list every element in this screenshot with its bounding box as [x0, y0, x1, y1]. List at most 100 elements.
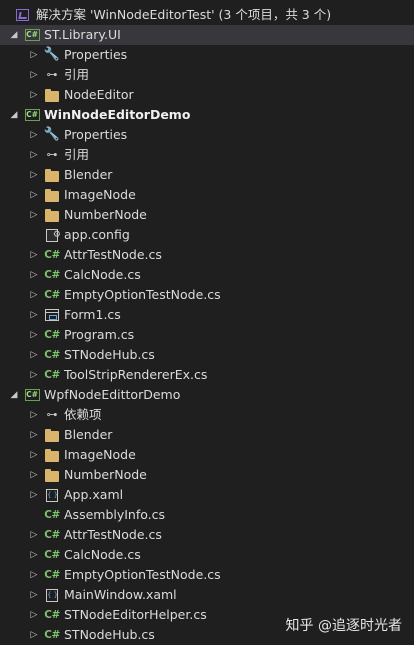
tree-item[interactable]: ▷ { } App.xaml	[0, 485, 414, 505]
collapse-arrow-icon[interactable]: ◢	[8, 385, 20, 405]
expand-arrow-icon[interactable]: ▷	[28, 325, 40, 345]
tree-item-label: AttrTestNode.cs	[64, 527, 162, 542]
tree-item[interactable]: ▷ ⊶ 引用	[0, 145, 414, 165]
tree-item-label: MainWindow.xaml	[64, 587, 177, 602]
tree-item-label: WinNodeEditorDemo	[44, 107, 191, 122]
cs-icon: C#	[44, 549, 60, 561]
tree-item[interactable]: ▷ ⊶ 依赖项	[0, 405, 414, 425]
expand-arrow-icon[interactable]: ▷	[28, 85, 40, 105]
tree-item-label: NumberNode	[64, 207, 147, 222]
tree-item-label: Properties	[64, 47, 128, 62]
expand-arrow-icon[interactable]: ▷	[28, 365, 40, 385]
tree-item[interactable]: ▷ 🔧 Properties	[0, 45, 414, 65]
collapse-arrow-icon[interactable]: ◢	[8, 25, 20, 45]
tree-item[interactable]: ▷ NodeEditor	[0, 85, 414, 105]
tree-item[interactable]: ▷ ImageNode	[0, 185, 414, 205]
expand-arrow-icon[interactable]: ▷	[28, 405, 40, 425]
tree-rows: ◢ C# ST.Library.UI ▷ 🔧 Properties ▷ ⊶ 引用 ▷ NodeEdi…	[0, 25, 414, 645]
tree-item-label: AttrTestNode.cs	[64, 247, 162, 262]
tree-item-label: ImageNode	[64, 447, 136, 462]
expand-arrow-icon[interactable]: ▷	[28, 565, 40, 585]
folder-icon	[44, 428, 60, 442]
tree-item-label: EmptyOptionTestNode.cs	[64, 567, 221, 582]
tree-item[interactable]: ▷ Blender	[0, 165, 414, 185]
tree-item[interactable]: ▷ 🔧 Properties	[0, 125, 414, 145]
tree-item[interactable]: ▷ C# ToolStripRendererEx.cs	[0, 365, 414, 385]
tree-item[interactable]: C# AssemblyInfo.cs	[0, 505, 414, 525]
tree-item[interactable]: ▷ C# CalcNode.cs	[0, 545, 414, 565]
tree-item[interactable]: ▷ C# Program.cs	[0, 325, 414, 345]
expand-arrow-icon[interactable]: ▷	[28, 345, 40, 365]
expand-arrow-icon[interactable]: ▷	[28, 605, 40, 625]
solution-root[interactable]: 解决方案 'WinNodeEditorTest' (3 个项目，共 3 个)	[0, 5, 414, 25]
tree-item[interactable]: ▷ ImageNode	[0, 445, 414, 465]
tree-item[interactable]: ▷ C# EmptyOptionTestNode.cs	[0, 565, 414, 585]
watermark: 知乎 @追逐时光者	[285, 618, 402, 634]
tree-item-label: EmptyOptionTestNode.cs	[64, 287, 221, 302]
tree-item[interactable]: ◢ C# WpfNodeEdittorDemo	[0, 385, 414, 405]
tree-item-label: 引用	[64, 67, 90, 82]
tree-item-label: 依赖项	[64, 407, 102, 422]
expand-arrow-icon[interactable]: ▷	[28, 285, 40, 305]
expand-arrow-icon[interactable]: ▷	[28, 525, 40, 545]
tree-item[interactable]: ◢ C# WinNodeEditorDemo	[0, 105, 414, 125]
expand-arrow-icon[interactable]: ▷	[28, 625, 40, 645]
expand-arrow-icon[interactable]: ▷	[28, 265, 40, 285]
expand-arrow-icon[interactable]: ▷	[28, 205, 40, 225]
tree-item-label: NodeEditor	[64, 87, 134, 102]
expand-arrow-icon[interactable]: ▷	[28, 305, 40, 325]
tree-item[interactable]: ▷ C# STNodeHub.cs	[0, 345, 414, 365]
collapse-arrow-icon[interactable]: ◢	[8, 105, 20, 125]
tree-item[interactable]: ▷ C# AttrTestNode.cs	[0, 245, 414, 265]
folder-icon	[44, 448, 60, 462]
tree-item[interactable]: ▷ Blender	[0, 425, 414, 445]
tree-item-label: ToolStripRendererEx.cs	[64, 367, 208, 382]
tree-item-label: Blender	[64, 427, 113, 442]
tree-item[interactable]: ▷ C# EmptyOptionTestNode.cs	[0, 285, 414, 305]
tree-item[interactable]: app.config	[0, 225, 414, 245]
tree-item-label: ImageNode	[64, 187, 136, 202]
expand-arrow-icon[interactable]: ▷	[28, 425, 40, 445]
wrench-icon: 🔧	[43, 127, 61, 142]
expand-arrow-icon[interactable]: ▷	[28, 65, 40, 85]
tree-item[interactable]: ◢ C# ST.Library.UI	[0, 25, 414, 45]
expand-arrow-icon[interactable]: ▷	[28, 145, 40, 165]
tree-item-label: Properties	[64, 127, 128, 142]
cs-icon: C#	[44, 629, 60, 641]
config-icon	[44, 225, 61, 245]
expand-arrow-icon[interactable]: ▷	[28, 45, 40, 65]
folder-icon	[44, 88, 60, 102]
tree-item-label: CalcNode.cs	[64, 547, 141, 562]
xaml-icon: { }	[44, 488, 60, 502]
tree-item[interactable]: ▷ { } MainWindow.xaml	[0, 585, 414, 605]
tree-item[interactable]: ▷ NumberNode	[0, 205, 414, 225]
solution-explorer-tree: 解决方案 'WinNodeEditorTest' (3 个项目，共 3 个) ◢…	[0, 5, 414, 645]
folder-icon	[44, 168, 60, 182]
ref-icon: ⊶	[46, 148, 58, 161]
tree-item-label: ST.Library.UI	[44, 27, 121, 42]
csproj-icon: C#	[24, 109, 40, 121]
tree-item[interactable]: ▷ C# AttrTestNode.cs	[0, 525, 414, 545]
folder-icon	[44, 188, 60, 202]
expand-arrow-icon[interactable]: ▷	[28, 185, 40, 205]
tree-item[interactable]: ▷ ⊶ 引用	[0, 65, 414, 85]
tree-item[interactable]: ▷ Form1.cs	[0, 305, 414, 325]
expand-arrow-icon[interactable]: ▷	[28, 485, 40, 505]
expand-arrow-icon[interactable]: ▷	[28, 545, 40, 565]
expand-arrow-icon[interactable]: ▷	[28, 125, 40, 145]
tree-item-label: app.config	[64, 227, 130, 242]
expand-arrow-icon[interactable]: ▷	[28, 585, 40, 605]
tree-item-label: App.xaml	[64, 487, 124, 502]
expand-arrow-icon[interactable]: ▷	[28, 245, 40, 265]
form-icon	[44, 308, 60, 322]
wrench-icon: 🔧	[43, 47, 61, 62]
expand-arrow-icon[interactable]: ▷	[28, 465, 40, 485]
cs-icon: C#	[44, 329, 60, 341]
tree-item[interactable]: ▷ C# CalcNode.cs	[0, 265, 414, 285]
tree-item-label: STNodeEditorHelper.cs	[64, 607, 207, 622]
expand-arrow-icon[interactable]: ▷	[28, 445, 40, 465]
tree-item[interactable]: ▷ NumberNode	[0, 465, 414, 485]
expand-arrow-icon[interactable]: ▷	[28, 165, 40, 185]
cs-icon: C#	[44, 249, 60, 261]
tree-item-label: WpfNodeEdittorDemo	[44, 387, 181, 402]
